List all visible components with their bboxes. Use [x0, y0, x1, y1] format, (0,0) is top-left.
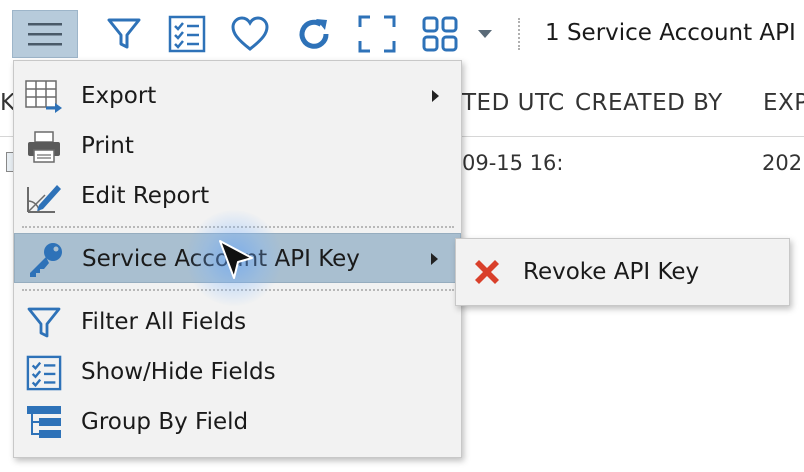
mouse-pointer-icon: [216, 238, 256, 288]
column-header-expires[interactable]: EXP: [763, 90, 804, 116]
export-table-icon: [24, 79, 64, 115]
toolbar: 1 Service Account API: [0, 0, 804, 68]
printer-icon: [24, 129, 64, 165]
menu-item-group-by-field[interactable]: Group By Field: [14, 397, 461, 447]
edit-report-icon: [24, 179, 64, 215]
report-title: 1 Service Account API: [545, 20, 796, 46]
show-hide-fields-button[interactable]: [167, 12, 207, 56]
toolbar-divider: [518, 18, 520, 50]
filter-icon: [24, 305, 64, 341]
key-icon: [25, 242, 65, 278]
filter-icon: [107, 18, 141, 49]
checklist-icon: [24, 355, 64, 391]
menu-item-label: Export: [81, 83, 157, 109]
chevron-down-icon: [478, 30, 492, 38]
checklist-icon: [168, 15, 206, 53]
hamburger-menu-icon: [28, 23, 62, 46]
refresh-icon: [299, 19, 329, 49]
submenu-arrow-icon: [431, 253, 438, 265]
heart-icon: [231, 16, 269, 51]
column-header-created-by[interactable]: CREATED BY: [575, 90, 723, 116]
grid-view-icon: [422, 16, 458, 52]
submenu-item-label: Revoke API Key: [523, 259, 700, 285]
filter-button[interactable]: [104, 12, 144, 56]
menu-item-label: Show/Hide Fields: [81, 359, 276, 385]
submenu-arrow-icon: [432, 90, 439, 102]
menu-item-print[interactable]: Print: [14, 121, 461, 171]
menu-item-label: Edit Report: [81, 183, 210, 209]
cell-expires: 202: [762, 151, 803, 175]
view-dropdown-button[interactable]: [470, 12, 500, 56]
menu-item-label: Group By Field: [81, 409, 249, 435]
submenu-item-revoke-api-key[interactable]: Revoke API Key: [456, 239, 789, 305]
fullscreen-icon: [358, 15, 396, 53]
menu-item-label: Print: [81, 133, 134, 159]
menu-item-label: Filter All Fields: [81, 309, 247, 335]
favorite-button[interactable]: [230, 12, 270, 56]
cell-created-utc: 09-15 16:: [462, 151, 564, 175]
grid-view-button[interactable]: [420, 12, 460, 56]
red-x-icon: [470, 255, 504, 289]
menu-item-export[interactable]: Export: [14, 71, 461, 121]
hamburger-menu-button[interactable]: [12, 10, 78, 58]
group-tree-icon: [24, 405, 64, 441]
column-header-created-utc[interactable]: TED UTC: [462, 90, 565, 116]
menu-item-show-hide-fields[interactable]: Show/Hide Fields: [14, 347, 461, 397]
fullscreen-button[interactable]: [357, 12, 397, 56]
refresh-button[interactable]: [294, 12, 334, 56]
api-key-submenu: Revoke API Key: [455, 238, 790, 306]
